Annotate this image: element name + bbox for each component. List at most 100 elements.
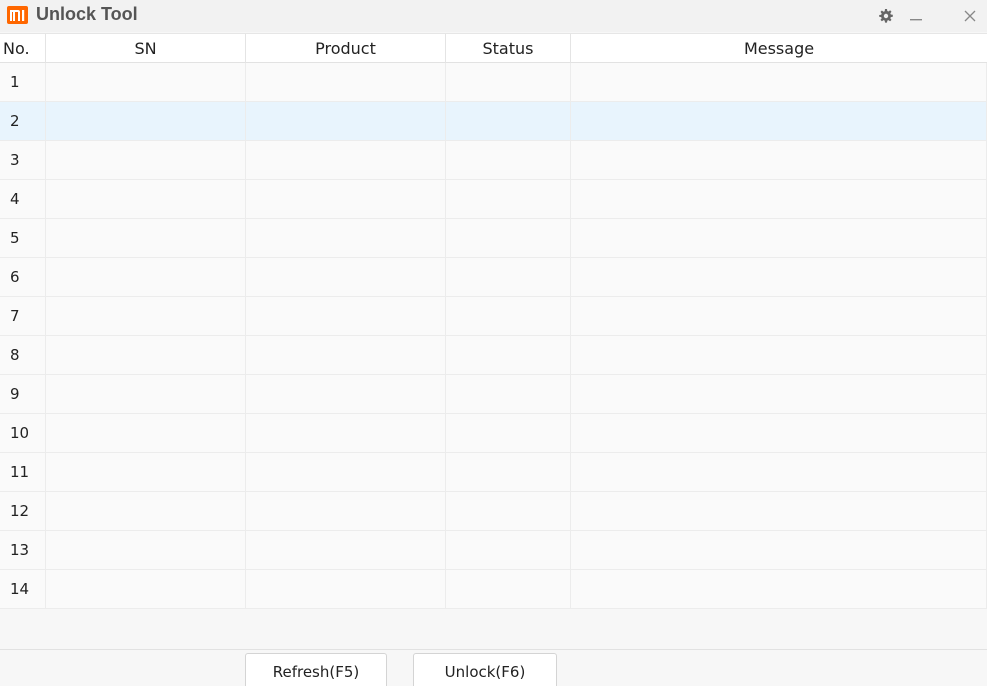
device-table: No. SN Product Status Message 1234567891… (0, 33, 987, 609)
close-button[interactable] (955, 0, 985, 32)
cell-product (246, 258, 446, 296)
table-row[interactable]: 4 (0, 180, 987, 219)
cell-status (446, 570, 571, 608)
cell-status (446, 258, 571, 296)
unlock-tool-window: Unlock Tool No. SN Product Status Messag… (0, 0, 987, 686)
cell-message (571, 258, 987, 296)
cell-no: 12 (0, 492, 46, 530)
cell-message (571, 297, 987, 335)
cell-status (446, 414, 571, 452)
window-title: Unlock Tool (36, 4, 138, 24)
column-header-status[interactable]: Status (446, 34, 571, 63)
table-row[interactable]: 12 (0, 492, 987, 531)
cell-product (246, 414, 446, 452)
cell-sn (46, 63, 246, 101)
cell-product (246, 492, 446, 530)
table-row[interactable]: 6 (0, 258, 987, 297)
cell-no: 8 (0, 336, 46, 374)
minimize-icon (910, 19, 922, 21)
cell-no: 2 (0, 102, 46, 140)
table-row[interactable]: 13 (0, 531, 987, 570)
cell-sn (46, 375, 246, 413)
cell-no: 7 (0, 297, 46, 335)
cell-status (446, 297, 571, 335)
cell-status (446, 63, 571, 101)
cell-status (446, 219, 571, 257)
unlock-button[interactable]: Unlock(F6) (413, 653, 557, 686)
cell-message (571, 570, 987, 608)
cell-product (246, 63, 446, 101)
table-row[interactable]: 1 (0, 63, 987, 102)
cell-no: 9 (0, 375, 46, 413)
table-row[interactable]: 8 (0, 336, 987, 375)
cell-sn (46, 180, 246, 218)
cell-status (446, 375, 571, 413)
cell-sn (46, 453, 246, 491)
cell-product (246, 531, 446, 569)
cell-no: 4 (0, 180, 46, 218)
cell-message (571, 180, 987, 218)
cell-message (571, 102, 987, 140)
table-row[interactable]: 2 (0, 102, 987, 141)
cell-status (446, 141, 571, 179)
cell-product (246, 570, 446, 608)
cell-sn (46, 336, 246, 374)
cell-message (571, 63, 987, 101)
cell-product (246, 336, 446, 374)
cell-message (571, 219, 987, 257)
cell-product (246, 102, 446, 140)
cell-no: 5 (0, 219, 46, 257)
cell-product (246, 141, 446, 179)
close-icon (964, 10, 976, 22)
cell-product (246, 375, 446, 413)
cell-sn (46, 414, 246, 452)
cell-no: 13 (0, 531, 46, 569)
cell-no: 10 (0, 414, 46, 452)
cell-status (446, 336, 571, 374)
cell-message (571, 531, 987, 569)
cell-message (571, 141, 987, 179)
cell-product (246, 180, 446, 218)
bottom-toolbar: Refresh(F5) Unlock(F6) (0, 649, 987, 686)
cell-status (446, 102, 571, 140)
cell-status (446, 453, 571, 491)
column-header-message[interactable]: Message (571, 34, 987, 63)
title-bar[interactable]: Unlock Tool (0, 0, 987, 32)
table-row[interactable]: 10 (0, 414, 987, 453)
column-header-sn[interactable]: SN (46, 34, 246, 63)
column-header-product[interactable]: Product (246, 34, 446, 63)
table-row[interactable]: 3 (0, 141, 987, 180)
cell-sn (46, 492, 246, 530)
table-row[interactable]: 11 (0, 453, 987, 492)
column-header-no[interactable]: No. (0, 34, 46, 63)
refresh-button[interactable]: Refresh(F5) (245, 653, 387, 686)
cell-message (571, 336, 987, 374)
table-row[interactable]: 9 (0, 375, 987, 414)
table-header: No. SN Product Status Message (0, 33, 987, 63)
cell-sn (46, 570, 246, 608)
cell-message (571, 375, 987, 413)
cell-sn (46, 297, 246, 335)
minimize-button[interactable] (901, 0, 931, 32)
cell-product (246, 297, 446, 335)
cell-product (246, 453, 446, 491)
cell-sn (46, 531, 246, 569)
cell-sn (46, 141, 246, 179)
table-row[interactable]: 14 (0, 570, 987, 609)
cell-message (571, 453, 987, 491)
table-body: 1 2 3 4 5 6 7 8 9 10 11 12 13 14 (0, 63, 987, 609)
table-row[interactable]: 5 (0, 219, 987, 258)
table-row[interactable]: 7 (0, 297, 987, 336)
cell-sn (46, 219, 246, 257)
cell-sn (46, 102, 246, 140)
cell-status (446, 180, 571, 218)
cell-product (246, 219, 446, 257)
cell-no: 6 (0, 258, 46, 296)
gear-icon (879, 9, 893, 23)
mi-logo-icon (7, 6, 28, 24)
cell-message (571, 414, 987, 452)
cell-no: 11 (0, 453, 46, 491)
cell-message (571, 492, 987, 530)
cell-status (446, 492, 571, 530)
settings-button[interactable] (871, 0, 901, 32)
